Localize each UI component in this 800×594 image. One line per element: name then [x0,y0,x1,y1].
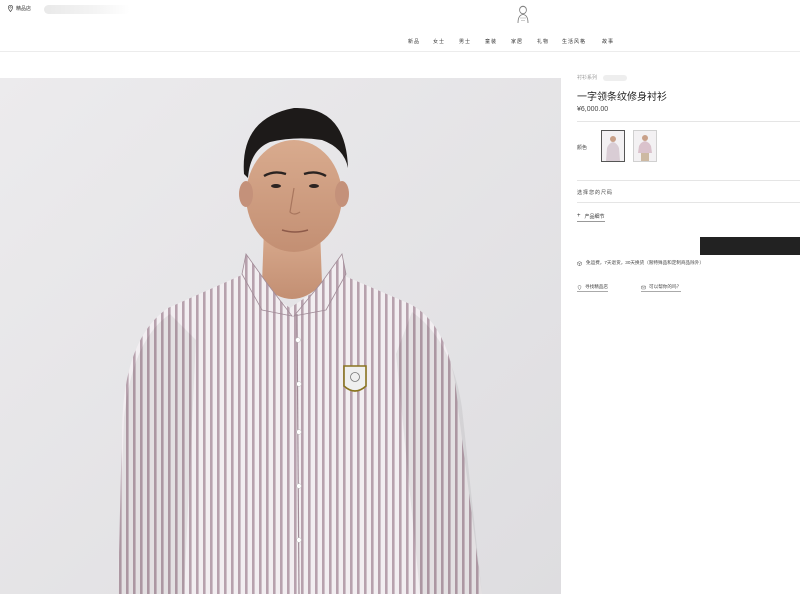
model-photo [0,78,561,594]
details-label: 产品细节 [584,214,605,220]
blurred-text [603,74,628,81]
nav-item-women[interactable]: 女士 [433,38,445,45]
plus-icon: + [577,213,581,219]
contact-link[interactable]: 可以帮你的吗？ [641,284,682,292]
divider [577,202,800,203]
category-label[interactable]: 衬衫系列 [577,74,597,81]
blurred-text [44,5,130,14]
divider [577,180,800,181]
shipping-note: 免运费，7天退货，30天换货（限特殊品和定制商品除外） [577,260,704,266]
product-image[interactable] [0,78,561,594]
nav-item-new[interactable]: 新品 [408,38,420,45]
nav-item-gifts[interactable]: 礼物 [537,38,549,45]
color-label: 颜色 [577,145,588,151]
nav-item-home[interactable]: 家居 [511,38,523,45]
store-locator-label: 精品店 [16,6,32,12]
contact-label: 可以帮你的吗？ [649,284,682,289]
add-to-bag-button[interactable] [700,237,800,255]
find-store-label: 寻找精品店 [585,284,608,289]
product-price: ¥6,000.00 [577,106,609,113]
nav-item-kids[interactable]: 童装 [485,38,497,45]
size-selector[interactable]: 选择您的尺码 [577,189,613,196]
nav-item-men[interactable]: 男士 [459,38,471,45]
map-pin-icon [8,5,13,12]
divider [577,121,800,122]
package-icon [577,260,582,266]
product-title: 一字领条纹修身衬衫 [577,92,667,103]
logo-emblem[interactable] [515,4,531,24]
breadcrumb: 衬衫系列 [577,74,628,81]
nav-item-lifestyle[interactable]: 生活风格 [562,38,586,45]
color-swatch-2[interactable] [633,130,657,162]
color-swatch-1[interactable] [601,130,625,162]
store-locator-link[interactable]: 精品店 [8,5,31,12]
location-icon [577,284,582,290]
chat-icon [641,285,646,289]
top-bar: 精品店 新品 女士 男士 童装 家居 礼物 生活风格 故事 [0,0,800,52]
product-details-toggle[interactable]: + 产品细节 [577,213,605,222]
nav-item-stories[interactable]: 故事 [602,38,614,45]
shipping-text: 免运费，7天退货，30天换货（限特殊品和定制商品除外） [586,260,704,265]
find-store-link[interactable]: 寻找精品店 [577,284,608,292]
